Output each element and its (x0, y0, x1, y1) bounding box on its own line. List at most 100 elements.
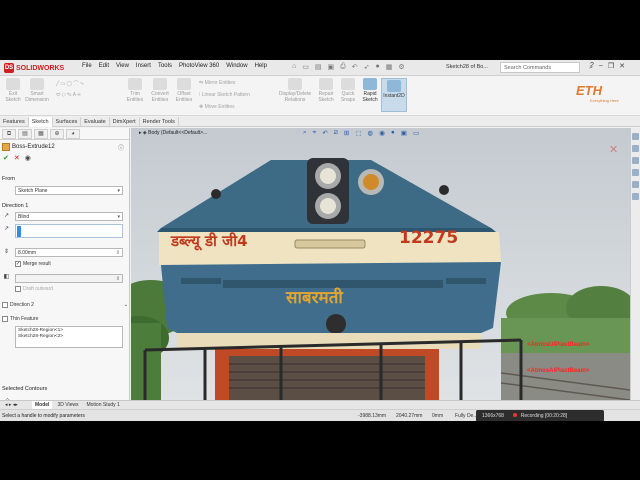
help-icon[interactable]: ? (590, 62, 594, 70)
smart-dimension-button[interactable]: Smart Dimension (25, 78, 49, 103)
thin-feature-checkbox[interactable]: Thin Feature (2, 316, 38, 322)
boss-extrude-icon (2, 143, 10, 151)
restore-icon[interactable]: ❐ (608, 62, 614, 70)
menu-edit[interactable]: Edit (99, 63, 109, 69)
quick-snaps-button[interactable]: Quick Snaps (338, 78, 358, 103)
graphics-area[interactable]: डब्ल्यू डी जी4 12275 साबरमती ▸ ◈ Body (D… (131, 128, 630, 400)
dynamic-annotation-icon[interactable]: ⊞ (344, 129, 349, 137)
appearances-icon[interactable] (632, 169, 639, 176)
view-settings-icon[interactable]: ▭ (413, 129, 419, 137)
repair-sketch-button[interactable]: Repair Sketch (316, 78, 336, 103)
offset-entities-button[interactable]: Offset Entities (173, 78, 195, 103)
direction-vector-icon: ↗ (3, 226, 10, 232)
new-icon[interactable]: ▭ (302, 63, 309, 71)
close-icon[interactable]: ✕ (619, 62, 625, 70)
shape-tools-icon[interactable]: ⬭ ⬡ ✎ A ✳ (56, 92, 81, 98)
tab-sketch[interactable]: Sketch (28, 117, 53, 127)
direction-vector-field[interactable] (15, 224, 123, 238)
tab-model[interactable]: Model (32, 401, 53, 409)
preview-eye-icon[interactable]: ◉ (25, 154, 31, 162)
menu-file[interactable]: File (82, 63, 92, 69)
spinner-icon[interactable]: ⇳ (116, 275, 120, 283)
exit-sketch-close-icon[interactable]: ✕ (609, 143, 618, 156)
rapid-sketch-button[interactable]: Rapid Sketch (360, 78, 380, 103)
direction1-section-header[interactable]: Direction 1 ⌃ (2, 203, 152, 209)
tab-surfaces[interactable]: Surfaces (53, 117, 82, 127)
line-tools-icon[interactable]: ╱ ▭ ◯ ⌒ ∿ (56, 80, 84, 87)
resources-icon[interactable] (632, 133, 639, 140)
exit-sketch-button[interactable]: Exit Sketch (3, 78, 23, 103)
home-icon[interactable]: ⌂ (292, 63, 296, 71)
rebuild-icon[interactable]: ● (375, 63, 379, 71)
display-style-icon[interactable]: ◍ (368, 129, 374, 137)
relations-button[interactable]: Display/Delete Relations (276, 78, 314, 103)
display-manager-icon[interactable]: ◕ (66, 129, 80, 139)
recording-indicator[interactable]: 1366x768 Recording [00:20:28] (476, 410, 604, 421)
design-library-icon[interactable] (632, 145, 639, 152)
quick-access-toolbar: ⌂ ▭ ▤ ▣ ⎙ ↶ ➶ ● ▦ ⚙ (292, 63, 405, 71)
custom-properties-icon[interactable] (632, 181, 639, 188)
contour-item[interactable]: Sketch28-Region<2> (18, 334, 120, 340)
configuration-manager-icon[interactable]: ▦ (34, 129, 48, 139)
convert-entities-button[interactable]: Convert Entities (148, 78, 172, 103)
selected-contours-header[interactable]: Selected Contours ⌃ (2, 386, 171, 392)
undo-icon[interactable]: ↶ (352, 63, 358, 71)
ok-check-icon[interactable]: ✔ (3, 154, 9, 162)
instant2d-button[interactable]: Instant2D (381, 78, 407, 112)
select-icon[interactable]: ➶ (364, 63, 370, 71)
from-section-header[interactable]: From ⌃ (2, 176, 139, 182)
spinner-icon[interactable]: ⇳ (116, 249, 120, 257)
zoom-to-fit-icon[interactable]: ⌕ (303, 129, 307, 137)
tab-evaluate[interactable]: Evaluate (81, 117, 110, 127)
menu-help[interactable]: Help (255, 63, 267, 69)
linear-pattern-button[interactable]: ⁞ Linear Sketch Pattern (199, 92, 250, 98)
print-icon[interactable]: ⎙ (340, 63, 346, 71)
dimxpert-manager-icon[interactable]: ⊕ (50, 129, 64, 139)
reverse-direction-icon[interactable]: ↗ (2, 212, 11, 220)
view-palette-icon[interactable] (632, 193, 639, 200)
end-condition-dropdown[interactable]: Blind ▾ (15, 212, 123, 221)
hide-show-icon[interactable]: ◉ (379, 129, 385, 137)
draft-angle-field[interactable]: ⇳ (15, 274, 123, 283)
menu-window[interactable]: Window (226, 63, 247, 69)
draft-icon[interactable]: ◧ (2, 273, 11, 281)
minimize-icon[interactable]: – (599, 62, 603, 70)
save-icon[interactable]: ▣ (327, 63, 334, 71)
open-icon[interactable]: ▤ (315, 63, 322, 71)
tab-render-tools[interactable]: Render Tools (140, 117, 179, 127)
zoom-area-icon[interactable]: ⌖ (313, 129, 317, 137)
edit-appearance-icon[interactable]: ● (391, 129, 395, 137)
options-icon[interactable]: ⚙ (398, 63, 404, 71)
selected-contours-list[interactable]: Sketch28-Region<1> Sketch28-Region<2> (15, 326, 123, 348)
menu-view[interactable]: View (116, 63, 129, 69)
feature-manager-icon[interactable]: ⧉ (2, 129, 16, 139)
tab-features[interactable]: Features (0, 117, 29, 127)
search-commands-input[interactable]: Search Commands ⌕ (500, 62, 593, 73)
depth-field[interactable]: 8.00mm ⇳ (15, 248, 123, 257)
menu-insert[interactable]: Insert (136, 63, 151, 69)
mirror-entities-button[interactable]: ⇋ Mirror Entities (199, 80, 235, 86)
cancel-x-icon[interactable]: ✕ (14, 154, 20, 162)
menu-photoview[interactable]: PhotoView 360 (179, 63, 219, 69)
merge-result-checkbox[interactable]: ✓ Merge result (15, 261, 51, 267)
tab-dimxpert[interactable]: DimXpert (110, 117, 140, 127)
property-manager-icon[interactable]: ▤ (18, 129, 32, 139)
from-dropdown[interactable]: Sketch Plane ▾ (15, 186, 123, 195)
solidworks-logo[interactable]: DS SOLIDWORKS (4, 62, 64, 74)
tab-3d-views[interactable]: 3D Views (54, 401, 81, 409)
menu-tools[interactable]: Tools (158, 63, 172, 69)
direction2-checkbox[interactable]: Direction 2 (2, 302, 34, 308)
breadcrumb[interactable]: ▸ ◈ Body (Default<<Default>... (139, 130, 207, 136)
file-properties-icon[interactable]: ▦ (386, 63, 393, 71)
section-view-icon[interactable]: ⧄ (334, 129, 338, 137)
tab-motion-study[interactable]: Motion Study 1 (83, 401, 122, 409)
draft-outward-checkbox[interactable]: Draft outward (15, 286, 53, 292)
file-explorer-icon[interactable] (632, 157, 639, 164)
help-icon[interactable]: ⓘ (118, 143, 124, 152)
previous-view-icon[interactable]: ↶ (322, 129, 327, 137)
tab-scroll-arrows[interactable]: ◂ ▸ ◂▸ (2, 401, 30, 409)
move-entities-button[interactable]: ✥ Move Entities (199, 104, 235, 110)
scene-icon[interactable]: ▣ (401, 129, 407, 137)
view-orientation-icon[interactable]: ⬚ (355, 129, 361, 137)
trim-entities-button[interactable]: Trim Entities (124, 78, 146, 103)
